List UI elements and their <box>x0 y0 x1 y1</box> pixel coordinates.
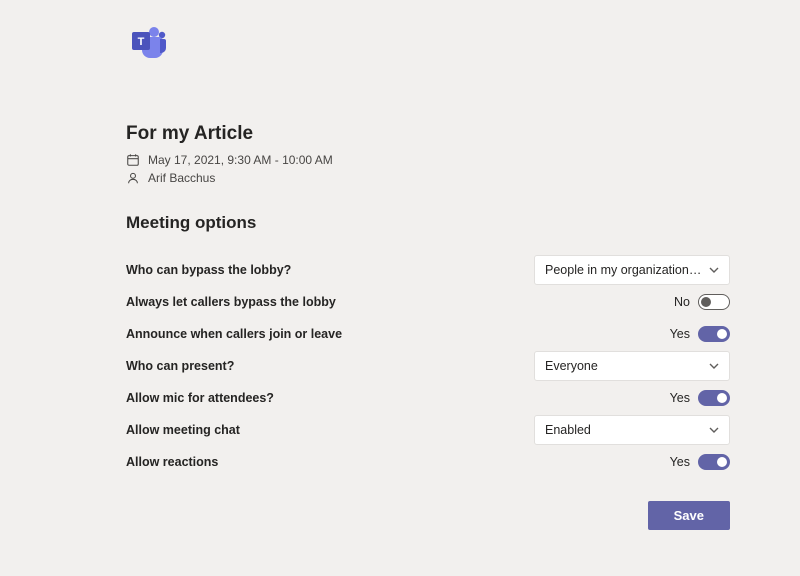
meeting-datetime: May 17, 2021, 9:30 AM - 10:00 AM <box>148 153 333 167</box>
mic-toggle[interactable] <box>698 390 730 406</box>
mic-label: Allow mic for attendees? <box>126 391 534 405</box>
callers-bypass-label: Always let callers bypass the lobby <box>126 295 534 309</box>
section-title: Meeting options <box>126 213 730 233</box>
reactions-status: Yes <box>670 455 690 469</box>
chevron-down-icon <box>709 361 719 371</box>
present-value: Everyone <box>545 359 598 373</box>
chat-dropdown[interactable]: Enabled <box>534 415 730 445</box>
announce-status: Yes <box>670 327 690 341</box>
meeting-organizer: Arif Bacchus <box>148 171 215 185</box>
save-button[interactable]: Save <box>648 501 730 530</box>
announce-toggle[interactable] <box>698 326 730 342</box>
lobby-bypass-value: People in my organization and gu... <box>545 263 703 277</box>
reactions-label: Allow reactions <box>126 455 534 469</box>
meeting-organizer-row: Arif Bacchus <box>126 171 730 185</box>
mic-status: Yes <box>670 391 690 405</box>
present-label: Who can present? <box>126 359 534 373</box>
meeting-datetime-row: May 17, 2021, 9:30 AM - 10:00 AM <box>126 153 730 167</box>
chat-value: Enabled <box>545 423 591 437</box>
chevron-down-icon <box>709 265 719 275</box>
lobby-bypass-label: Who can bypass the lobby? <box>126 263 534 277</box>
callers-bypass-toggle[interactable] <box>698 294 730 310</box>
person-icon <box>126 171 140 185</box>
chevron-down-icon <box>709 425 719 435</box>
svg-text:T: T <box>138 36 145 48</box>
chat-label: Allow meeting chat <box>126 423 534 437</box>
reactions-toggle[interactable] <box>698 454 730 470</box>
lobby-bypass-dropdown[interactable]: People in my organization and gu... <box>534 255 730 285</box>
present-dropdown[interactable]: Everyone <box>534 351 730 381</box>
callers-bypass-status: No <box>674 295 690 309</box>
meeting-title: For my Article <box>126 123 730 145</box>
announce-label: Announce when callers join or leave <box>126 327 534 341</box>
calendar-icon <box>126 153 140 167</box>
teams-logo-icon: T <box>126 24 166 60</box>
